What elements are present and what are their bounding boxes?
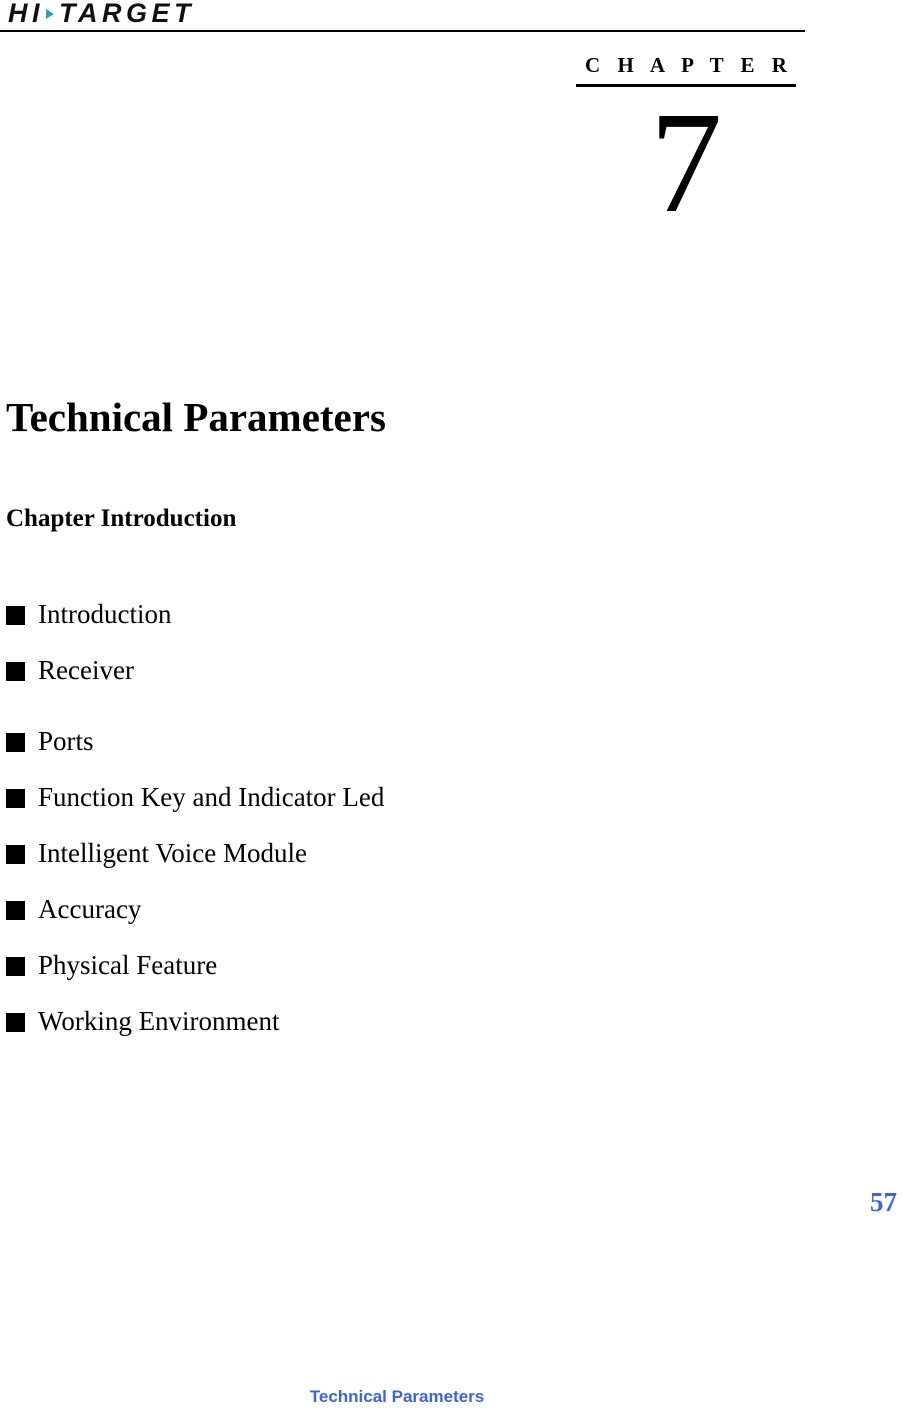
list-item: Introduction [6,586,646,642]
square-bullet-icon [6,900,25,920]
square-bullet-icon [6,732,25,752]
square-bullet-icon [6,956,25,976]
list-item: Function Key and Indicator Led [6,769,646,825]
chapter-label: C H A P T E R [585,53,793,77]
list-item-label: Working Environment [38,1006,280,1036]
list-item-label: Accuracy [38,894,142,924]
chapter-number: 7 [649,83,723,243]
document-page: HI TARGET C H A P T E R 7 Technical Para… [0,0,904,1410]
list-item-label: Physical Feature [38,950,218,980]
list-item: Accuracy [6,881,646,937]
square-bullet-icon [6,844,25,864]
hi-target-logo: HI TARGET [8,0,195,28]
list-item-label: Ports [38,726,94,756]
list-item-label: Function Key and Indicator Led [38,782,385,812]
square-bullet-icon [6,1012,25,1032]
chapter-block: C H A P T E R [576,52,796,87]
list-item-label: Intelligent Voice Module [38,838,307,868]
list-item-label: Receiver [38,655,134,685]
square-bullet-icon [6,661,25,681]
page-number: 57 [870,1187,897,1217]
list-item-label: Introduction [38,599,172,629]
square-bullet-icon [6,788,25,808]
square-bullet-icon [6,605,25,625]
page-footer: Technical Parameters [0,1386,904,1408]
logo-suffix-text: TARGET [59,0,195,28]
masthead-divider [0,30,805,32]
masthead: HI TARGET [0,0,805,32]
list-item: Working Environment [6,993,646,1049]
list-item: Ports [6,713,646,769]
logo-prefix-text: HI [8,0,44,28]
list-item: Physical Feature [6,937,646,993]
footer-chapter-name: Technical Parameters [309,1387,485,1406]
list-item: Intelligent Voice Module [6,825,646,881]
page-title: Technical Parameters [6,394,386,441]
section-heading: Chapter Introduction [6,504,237,532]
triangle-right-icon [46,9,54,19]
list-item: Receiver [6,642,646,698]
chapter-topic-list: Introduction Receiver Ports Function Key… [6,586,646,1049]
